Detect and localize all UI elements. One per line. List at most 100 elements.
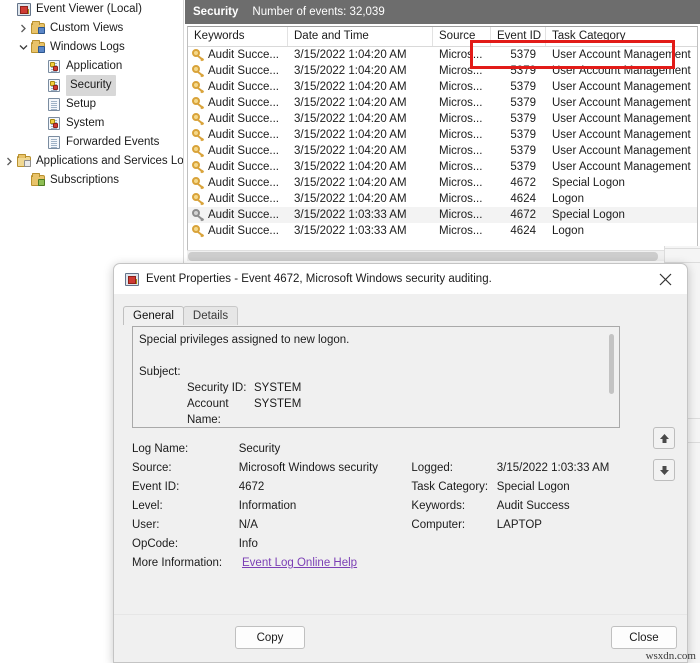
table-row[interactable]: Audit Succe... 3/15/2022 1:04:20 AM Micros… [188, 95, 697, 111]
field-value: Information [238, 500, 297, 512]
table-row[interactable]: Audit Succe... 3/15/2022 1:04:20 AM Micros… [188, 63, 697, 79]
cell-event-id: 5379 [510, 97, 536, 109]
keywords-text: Audit Succe... [208, 177, 279, 189]
tree-item-label: Windows Logs [50, 41, 125, 53]
table-row[interactable]: Audit Succe... 3/15/2022 1:03:33 AM Micros… [188, 207, 697, 223]
cell-keywords: Audit Succe... [188, 112, 288, 126]
keywords-text: Audit Succe... [208, 81, 279, 93]
tree-item-event-viewer-local[interactable]: Event Viewer (Local) [0, 0, 184, 19]
tree-item-application[interactable]: Application [0, 57, 184, 76]
tree-item-setup[interactable]: Setup [0, 95, 184, 114]
field-row: OpCode: Info [132, 535, 652, 554]
description-subject-label: Subject: [139, 366, 181, 378]
cell-date-and-time: 3/15/2022 1:03:33 AM [294, 225, 407, 237]
tree-item-applications-and-services-lo[interactable]: Applications and Services Lo [0, 152, 184, 171]
description-entries: Security ID:SYSTEMAccount Name:SYSTEMAcc… [139, 380, 613, 427]
cell-date-and-time: 3/15/2022 1:04:20 AM [294, 129, 407, 141]
description-entry: Account Name: SYSTEM [139, 396, 613, 427]
event-description-box[interactable]: Special privileges assigned to new logon… [132, 326, 620, 428]
tree-item-label: Setup [66, 98, 97, 110]
scrollbar-thumb[interactable] [188, 252, 658, 261]
cell-source: Micros... [439, 225, 483, 237]
table-row[interactable]: Audit Succe... 3/15/2022 1:04:20 AM Micros… [188, 127, 697, 143]
cell-source: Micros... [439, 177, 483, 189]
chevron-right-icon[interactable] [2, 157, 16, 166]
list-horizontal-scrollbar[interactable] [187, 250, 698, 261]
column-header-keywords[interactable]: Keywords [188, 27, 288, 46]
description-entry-value: SYSTEM [254, 398, 302, 410]
close-button[interactable]: Close [611, 626, 677, 649]
column-header-source[interactable]: Source [433, 27, 491, 46]
tree-item-label: Security [66, 75, 116, 96]
column-header-task-category[interactable]: Task Category [546, 27, 696, 46]
arrow-down-icon [658, 464, 671, 477]
field-value-secondary: Audit Success [496, 500, 570, 512]
cell-event-id: 5379 [510, 129, 536, 141]
keywords-text: Audit Succe... [208, 193, 279, 205]
table-row[interactable]: Audit Succe... 3/15/2022 1:04:20 AM Micros… [188, 143, 697, 159]
tree-item-system[interactable]: System [0, 114, 184, 133]
tree-item-forwarded-events[interactable]: Forwarded Events [0, 133, 184, 152]
table-row[interactable]: Audit Succe... 3/15/2022 1:04:20 AM Micros… [188, 79, 697, 95]
event-properties-dialog: Event Properties - Event 4672, Microsoft… [113, 263, 688, 663]
cell-event-id: 4672 [510, 177, 536, 189]
copy-button[interactable]: Copy [235, 626, 305, 649]
table-row[interactable]: Audit Succe... 3/15/2022 1:04:20 AM Micros… [188, 159, 697, 175]
chevron-right-icon[interactable] [16, 24, 30, 33]
cell-event-id: 4624 [510, 193, 536, 205]
keywords-text: Audit Succe... [208, 49, 279, 61]
field-value-secondary: 3/15/2022 1:03:33 AM [496, 462, 610, 474]
chevron-down-icon[interactable] [16, 44, 30, 51]
field-row: Event ID: 4672 Task Category: Special Logon [132, 478, 652, 497]
tab-general[interactable]: General [123, 306, 184, 325]
tree-item-custom-views[interactable]: Custom Views [0, 19, 184, 38]
description-summary: Special privileges assigned to new logon… [139, 334, 350, 346]
more-information-row: More Information: Event Log Online Help [132, 554, 652, 573]
column-header-date-and-time[interactable]: Date and Time [288, 27, 433, 46]
close-icon[interactable] [643, 264, 687, 294]
field-value: Security [238, 443, 281, 455]
tree-item-label: Application [66, 60, 123, 72]
description-entry: Security ID: SYSTEM [139, 380, 613, 396]
table-row[interactable]: Audit Succe... 3/15/2022 1:04:20 AM Micros… [188, 111, 697, 127]
cell-date-and-time: 3/15/2022 1:04:20 AM [294, 49, 407, 61]
field-label: Event ID: [132, 481, 180, 493]
event-count: Number of events: 32,039 [252, 6, 385, 18]
next-event-button[interactable] [653, 459, 675, 481]
cell-date-and-time: 3/15/2022 1:04:20 AM [294, 145, 407, 157]
cell-date-and-time: 3/15/2022 1:04:20 AM [294, 81, 407, 93]
field-value: Info [238, 538, 258, 550]
cell-keywords: Audit Succe... [188, 96, 288, 110]
description-entry-label: Security ID: [187, 382, 247, 394]
tree-item-subscriptions[interactable]: Subscriptions [0, 171, 184, 190]
cell-event-id: 5379 [510, 145, 536, 157]
tab-details[interactable]: Details [182, 306, 239, 325]
cell-task-category: User Account Management [552, 49, 691, 61]
tree-item-label: Forwarded Events [66, 136, 160, 148]
event-list[interactable]: Keywords Date and Time Source Event ID T… [187, 26, 698, 261]
arrow-up-icon [658, 432, 671, 445]
audit-success-key-icon [191, 144, 205, 158]
column-header-event-id[interactable]: Event ID [491, 27, 546, 46]
dialog-title-bar[interactable]: Event Properties - Event 4672, Microsoft… [114, 264, 687, 294]
table-row[interactable]: Audit Succe... 3/15/2022 1:04:20 AM Micros… [188, 175, 697, 191]
audit-success-key-icon [191, 176, 205, 190]
event-log-online-help-link[interactable]: Event Log Online Help [242, 557, 357, 569]
description-vertical-scrollbar[interactable] [605, 328, 618, 426]
table-row[interactable]: Audit Succe... 3/15/2022 1:04:20 AM Micros… [188, 47, 697, 63]
cell-task-category: Special Logon [552, 177, 625, 189]
cell-keywords: Audit Succe... [188, 128, 288, 142]
audit-success-key-icon [191, 192, 205, 206]
field-label-secondary: Keywords: [411, 500, 466, 512]
tree-item-windows-logs[interactable]: Windows Logs [0, 38, 184, 57]
subscriptions-icon [30, 173, 46, 188]
tree-item-security[interactable]: Security [0, 75, 184, 96]
cell-task-category: User Account Management [552, 161, 691, 173]
log-plain-icon [46, 97, 62, 112]
table-row[interactable]: Audit Succe... 3/15/2022 1:04:20 AM Micros… [188, 191, 697, 207]
scrollbar-thumb[interactable] [609, 334, 614, 394]
table-row[interactable]: Audit Succe... 3/15/2022 1:03:33 AM Micros… [188, 223, 697, 239]
previous-event-button[interactable] [653, 427, 675, 449]
log-icon [46, 116, 62, 131]
tree-item-label: System [66, 117, 105, 129]
